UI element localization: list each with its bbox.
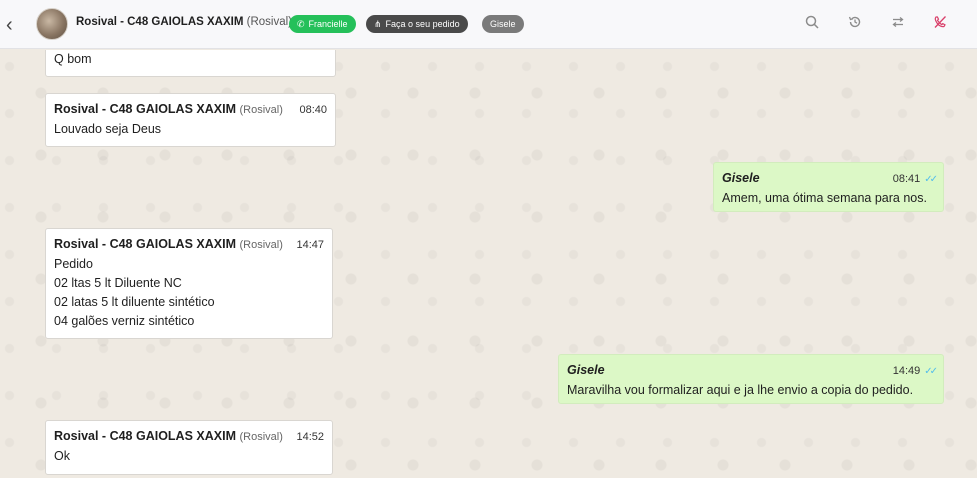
message-text: 02 ltas 5 lt Diluente NC — [54, 276, 182, 290]
message-text: Maravilha vou formalizar aqui e ja lhe e… — [567, 383, 914, 397]
message-bubble: Rosival - C48 GAIOLAS XAXIM (Rosival) 14… — [45, 228, 333, 339]
back-icon[interactable]: ‹ — [6, 15, 20, 35]
message-time: 14:52 — [296, 431, 324, 443]
message-time: 08:40 — [299, 104, 327, 116]
message-text: 02 latas 5 lt diluente sintético — [54, 295, 215, 309]
message-text: Louvado seja Deus — [54, 122, 162, 136]
message-bubble-out: Gisele 08:41 ✓✓ Amem, uma ótima semana pa… — [713, 162, 944, 212]
read-ticks-icon: ✓✓ — [924, 366, 938, 377]
tag-label: Gisele — [490, 19, 516, 29]
tag-faca-pedido[interactable]: ⋔ Faça o seu pedido — [366, 15, 468, 33]
chat-header: ‹ Rosival - C48 GAIOLAS XAXIM (Rosival) … — [0, 0, 977, 49]
message-sender: Rosival - C48 GAIOLAS XAXIM — [54, 429, 236, 443]
message-time: 08:41 — [892, 173, 921, 185]
message-bubble: Q bom — [45, 50, 336, 77]
message-sender-sub: (Rosival) — [239, 431, 283, 443]
message-sender: Rosival - C48 GAIOLAS XAXIM — [54, 102, 236, 116]
message-sender: Rosival - C48 GAIOLAS XAXIM — [54, 237, 236, 251]
message-bubble: Rosival - C48 GAIOLAS XAXIM (Rosival) 14… — [45, 420, 333, 475]
whatsapp-icon: ✆ — [297, 19, 305, 29]
search-icon[interactable] — [803, 15, 821, 33]
message-sender-sub: (Rosival) — [239, 239, 283, 251]
sitemap-icon: ⋔ — [374, 19, 382, 29]
transfer-icon[interactable] — [889, 15, 907, 33]
message-sender: Gisele — [722, 171, 760, 185]
history-icon[interactable] — [846, 15, 864, 33]
tag-label: Faça o seu pedido — [385, 19, 460, 29]
message-text: Ok — [54, 449, 70, 463]
message-text: 04 galões verniz sintético — [54, 314, 195, 328]
message-time: 14:47 — [296, 239, 324, 251]
message-text: Amem, uma ótima semana para nos. — [722, 191, 927, 205]
tag-francielle[interactable]: ✆ Francielle — [289, 15, 356, 33]
message-bubble: Rosival - C48 GAIOLAS XAXIM (Rosival) 08… — [45, 93, 336, 147]
read-ticks-icon: ✓✓ — [924, 174, 938, 185]
contact-name[interactable]: Rosival - C48 GAIOLAS XAXIM (Rosival) — [76, 16, 292, 28]
tag-gisele[interactable]: Gisele — [482, 15, 524, 33]
message-text: Pedido — [54, 257, 93, 271]
avatar[interactable] — [36, 8, 68, 40]
message-bubble-out: Gisele 14:49 ✓✓ Maravilha vou formalizar … — [558, 354, 944, 404]
message-sender-sub: (Rosival) — [239, 104, 283, 116]
message-text: Q bom — [54, 52, 92, 66]
message-sender: Gisele — [567, 363, 605, 377]
contact-name-text: Rosival - C48 GAIOLAS XAXIM — [76, 16, 244, 28]
tag-label: Francielle — [308, 19, 348, 29]
message-time: 14:49 — [892, 365, 921, 377]
end-call-icon[interactable] — [931, 15, 949, 33]
chat-area[interactable]: Q bom Rosival - C48 GAIOLAS XAXIM (Rosiv… — [0, 50, 977, 478]
contact-sub: (Rosival) — [246, 16, 293, 28]
